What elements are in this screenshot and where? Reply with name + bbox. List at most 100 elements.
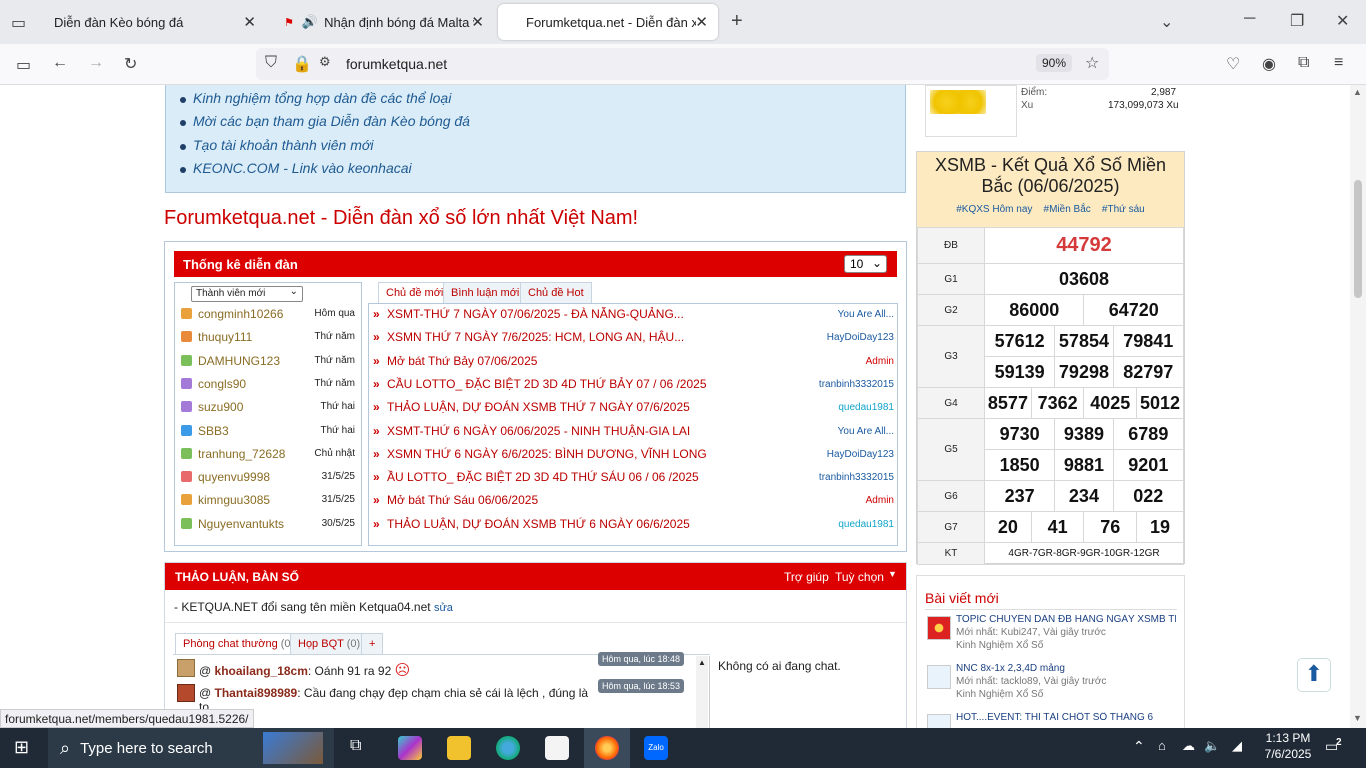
member-name[interactable]: kimnguu3085 [198, 493, 270, 507]
edge-icon[interactable] [496, 736, 520, 760]
info-link[interactable]: Kinh nghiệm tổng hợp dàn đề các thể loại [166, 87, 905, 110]
avatar[interactable] [177, 659, 195, 677]
tab-add[interactable]: + [361, 633, 384, 654]
permissions-icon[interactable]: ⚙ [319, 54, 331, 70]
member-name[interactable]: quyenvu9998 [198, 470, 270, 484]
member-select[interactable]: Thành viên mới ⌄ [191, 286, 303, 302]
profile-avatar[interactable] [925, 85, 1017, 137]
scroll-up-icon[interactable]: ▲ [1353, 87, 1362, 97]
close-window-button[interactable]: ✕ [1336, 11, 1349, 31]
thread-title[interactable]: Mở bát Thứ Bảy 07/06/2025 [387, 354, 707, 368]
tab-new-threads[interactable]: Chủ đề mới [378, 282, 452, 303]
tab-forumketqua[interactable]: Forumketqua.net - Diễn đàn xổ ✕ [498, 4, 718, 40]
scroll-down-icon[interactable]: ▼ [1353, 713, 1362, 723]
member-name[interactable]: DAMHUNG123 [198, 354, 280, 368]
close-icon[interactable]: ✕ [243, 13, 256, 31]
back-button[interactable]: ← [52, 54, 68, 72]
thread-title[interactable]: Mở bát Thứ Sáu 06/06/2025 [387, 493, 707, 507]
copilot-icon[interactable] [398, 736, 422, 760]
network-icon[interactable]: ⌂ [1158, 738, 1166, 753]
avatar[interactable] [177, 684, 195, 702]
file-explorer-icon[interactable] [447, 736, 471, 760]
store-icon[interactable] [545, 736, 569, 760]
post-avatar[interactable] [927, 714, 951, 728]
speaker-icon[interactable]: 🔊 [302, 14, 318, 30]
lock-icon[interactable]: 🔒 [292, 54, 312, 74]
scroll-up-icon[interactable]: ▲ [698, 658, 706, 667]
task-view-icon[interactable]: ⧉ [350, 737, 361, 755]
member-name[interactable]: Nguyenvantukts [198, 517, 284, 531]
tag-link[interactable]: #Miền Bắc [1044, 204, 1091, 215]
edit-link[interactable]: sửa [434, 602, 453, 614]
thread-author[interactable]: Admin [866, 495, 894, 506]
post-title[interactable]: NNC 8x-1x 2,3,4D mảng [956, 663, 1176, 674]
thread-author[interactable]: Admin [866, 356, 894, 367]
member-name[interactable]: congminh10266 [198, 307, 283, 321]
chat-scrollbar[interactable]: ▲ [696, 656, 708, 728]
minimize-button[interactable]: ─ [1244, 10, 1255, 28]
thread-title[interactable]: XSMN THỨ 7 NGÀY 7/6/2025: HCM, LONG AN, … [387, 330, 707, 344]
count-select[interactable]: 10 ⌄ [844, 255, 887, 273]
tab-list-icon[interactable]: ▭ [11, 13, 26, 33]
help-link[interactable]: Trợ giúp [784, 570, 829, 584]
menu-icon[interactable]: ≡ [1334, 54, 1343, 72]
new-tab-button[interactable]: + [731, 10, 743, 33]
thread-author[interactable]: tranbinh3332015 [819, 379, 894, 390]
chat-user[interactable]: Thantai898989 [215, 686, 298, 700]
tag-link[interactable]: #Thứ sáu [1102, 204, 1145, 215]
shield-icon[interactable]: ⛉ [265, 54, 277, 72]
url-bar[interactable]: ⛉ 🔒 ⚙ forumketqua.net 90% ☆ [256, 48, 1109, 80]
tab-admin-meeting[interactable]: Họp BQT (0) [290, 633, 369, 654]
post-forum[interactable]: Kinh Nghiệm Xổ Số [956, 689, 1043, 700]
thread-title[interactable]: XSMN THỨ 6 NGÀY 6/6/2025: BÌNH DƯƠNG, VĨ… [387, 447, 707, 461]
pocket-icon[interactable]: ♡ [1226, 54, 1240, 74]
thread-author[interactable]: HayDoiDay123 [827, 332, 894, 343]
wifi-icon[interactable]: ◢ [1232, 738, 1242, 754]
post-title[interactable]: HOT....EVENT: THI TÀI CHỐT SỐ THÁNG 6 [956, 712, 1176, 723]
post-forum[interactable]: Kinh Nghiệm Xổ Số [956, 640, 1043, 651]
close-icon[interactable]: ✕ [471, 13, 484, 31]
member-name[interactable]: tranhung_72628 [198, 447, 285, 461]
url-text[interactable]: forumketqua.net [346, 56, 447, 72]
tab-nhan-dinh[interactable]: ⚑ 🔊 Nhận định bóng đá Malta v ✕ [272, 4, 494, 40]
thread-author[interactable]: HayDoiDay123 [827, 449, 894, 460]
windows-start-icon[interactable]: ⊞ [14, 737, 29, 758]
thread-author[interactable]: quedau1981 [838, 519, 894, 530]
post-avatar[interactable] [927, 616, 951, 640]
info-link[interactable]: KEONC.COM - Link vào keonhacai [166, 157, 905, 180]
member-name[interactable]: SBB3 [198, 424, 229, 438]
account-icon[interactable]: ◉ [1262, 54, 1276, 74]
thread-title[interactable]: CẦU LOTTO_ ĐẶC BIỆT 2D 3D 4D THỨ BẢY 07 … [387, 377, 707, 391]
speaker-icon[interactable]: 🔈 [1204, 738, 1220, 754]
member-name[interactable]: thuquy111 [198, 330, 252, 344]
sidebar-icon[interactable]: ▭ [16, 55, 31, 75]
info-link[interactable]: Tạo tài khoản thành viên mới [166, 134, 905, 157]
close-icon[interactable]: ✕ [695, 13, 708, 31]
thread-author[interactable]: You Are All... [838, 426, 894, 437]
thread-title[interactable]: ẦU LOTTO_ ĐẶC BIỆT 2D 3D 4D THỨ SÁU 06 /… [387, 470, 707, 484]
thread-title[interactable]: XSMT-THỨ 7 NGÀY 07/06/2025 - ĐÀ NẴNG-QUẢ… [387, 307, 707, 321]
reload-button[interactable]: ↻ [124, 54, 137, 74]
restore-button[interactable]: ❐ [1290, 11, 1304, 31]
post-title[interactable]: TOPIC CHUYÊN DÀN ĐB HÀNG NGÀY XSMB THÁN.… [956, 614, 1176, 625]
chevron-down-icon[interactable]: ⌄ [1160, 12, 1173, 32]
post-avatar[interactable] [927, 665, 951, 689]
chat-user[interactable]: khoailang_18cm [215, 664, 308, 678]
tray-chevron-icon[interactable]: ⌃ [1133, 738, 1145, 755]
options-link[interactable]: Tuỳ chọn [835, 570, 884, 584]
bookmark-star-icon[interactable]: ☆ [1085, 53, 1099, 73]
taskbar-search[interactable]: ⌕ Type here to search [48, 728, 334, 768]
zalo-icon[interactable]: Zalo [644, 736, 668, 760]
back-to-top-button[interactable]: ⬆ [1297, 658, 1331, 692]
scrollbar-thumb[interactable] [1354, 180, 1362, 298]
tab-chat-room[interactable]: Phòng chat thường (0) [175, 633, 303, 654]
thread-author[interactable]: quedau1981 [838, 402, 894, 413]
taskbar-active-app[interactable] [584, 728, 630, 768]
member-name[interactable]: congls90 [198, 377, 246, 391]
tab-hot-threads[interactable]: Chủ đề Hot [520, 282, 592, 303]
thread-title[interactable]: XSMT-THỨ 6 NGÀY 06/06/2025 - NINH THUẬN-… [387, 424, 707, 438]
member-name[interactable]: suzu900 [198, 400, 243, 414]
clock[interactable]: 1:13 PM 7/6/2025 [1258, 731, 1318, 761]
thread-author[interactable]: tranbinh3332015 [819, 472, 894, 483]
forward-button[interactable]: → [88, 54, 104, 72]
